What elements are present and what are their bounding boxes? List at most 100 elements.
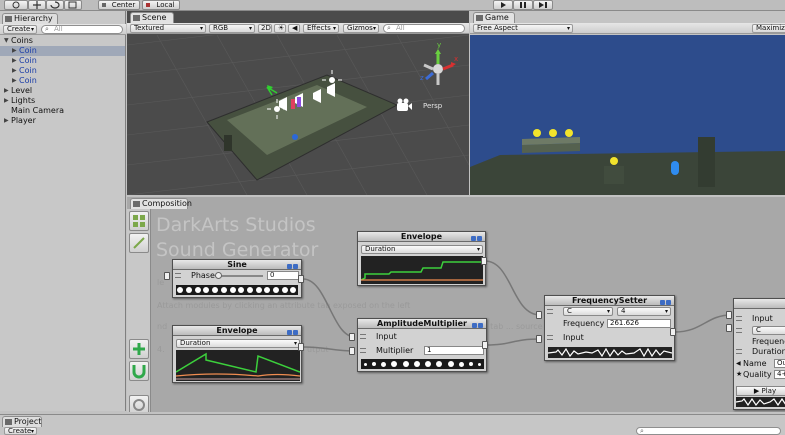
create-dropdown[interactable]: Create ▾ — [3, 25, 37, 34]
projection-label[interactable]: Persp — [423, 102, 443, 110]
drag-handle-icon[interactable] — [175, 273, 181, 278]
color-mode-dropdown[interactable]: RGB ▾ — [209, 24, 255, 33]
hierarchy-item[interactable]: ▶ Coin — [0, 76, 125, 86]
amplitude-multiplier-node[interactable]: AmplitudeMultiplier Input Multiplier 1 — [357, 318, 487, 372]
frequency-input-port[interactable] — [536, 335, 542, 343]
output-node[interactable]: Input C Frequenc Duration ◀ Name Ou ★ Qu… — [733, 298, 785, 410]
multiplier-input-port[interactable] — [349, 347, 355, 355]
drag-handle-icon[interactable] — [547, 335, 553, 340]
tab-scene[interactable]: Scene — [130, 12, 174, 23]
collapsed-arrow-icon[interactable]: ▶ — [12, 56, 17, 66]
scene-viewport[interactable]: y x z Persp — [127, 35, 469, 195]
output-quality-field[interactable]: 4+ — [774, 370, 785, 379]
drag-handle-icon[interactable] — [547, 309, 553, 314]
space-local-button[interactable]: Local — [142, 0, 180, 10]
sine-node-header[interactable]: Sine — [173, 260, 301, 270]
amplitude-header[interactable]: AmplitudeMultiplier — [358, 319, 486, 329]
eye-icon[interactable] — [660, 300, 665, 305]
play-sound-button[interactable]: ▶ Play — [736, 386, 785, 396]
lighting-toggle[interactable]: ☀ — [274, 24, 286, 33]
frequency-field[interactable]: 261.626 — [607, 319, 671, 328]
eye-icon[interactable] — [472, 323, 477, 328]
tab-game[interactable]: Game — [473, 12, 515, 23]
eye-icon[interactable] — [287, 264, 292, 269]
effects-dropdown[interactable]: Effects ▾ — [303, 24, 339, 33]
node-buttons[interactable] — [285, 262, 299, 269]
envelope-top-mode-dropdown[interactable]: Duration ▾ — [361, 245, 483, 254]
envelope-bottom-output-port[interactable] — [298, 343, 304, 351]
expanded-arrow-icon[interactable]: ▼ — [4, 36, 9, 46]
envelope-node-top[interactable]: Envelope Duration ▾ — [357, 231, 486, 286]
play-button[interactable] — [493, 0, 513, 10]
close-icon[interactable] — [293, 264, 298, 269]
output-note-port[interactable] — [726, 324, 732, 332]
note-dropdown[interactable]: C ▾ — [563, 307, 613, 316]
close-icon[interactable] — [478, 323, 483, 328]
envelope-node-bottom[interactable]: Envelope Duration ▾ — [172, 325, 302, 383]
octave-dropdown[interactable]: 4 ▾ — [617, 307, 671, 316]
sine-node[interactable]: Sine Phase 0 — [172, 259, 302, 298]
output-header[interactable] — [734, 299, 785, 309]
rotate-tool-button[interactable] — [46, 0, 64, 10]
maximize-on-play-button[interactable]: Maximize — [752, 24, 785, 33]
step-button[interactable] — [533, 0, 553, 10]
eye-icon[interactable] — [287, 330, 292, 335]
close-icon[interactable] — [666, 300, 671, 305]
collapsed-arrow-icon[interactable]: ▶ — [4, 116, 9, 126]
render-mode-dropdown[interactable]: Textured ▾ — [130, 24, 206, 33]
envelope-top-output-port[interactable] — [481, 257, 487, 265]
pause-button[interactable] — [513, 0, 533, 10]
node-buttons[interactable] — [469, 234, 483, 241]
tab-hierarchy[interactable]: Hierarchy — [2, 13, 58, 24]
sine-input-port[interactable] — [164, 272, 170, 280]
phase-slider-thumb[interactable] — [215, 272, 222, 279]
game-viewport[interactable] — [470, 35, 785, 195]
envelope-bottom-mode-dropdown[interactable]: Duration ▾ — [176, 339, 300, 348]
collapsed-arrow-icon[interactable]: ▶ — [12, 46, 17, 56]
project-search-input[interactable]: ⌕ — [636, 427, 781, 435]
collapsed-arrow-icon[interactable]: ▶ — [12, 66, 17, 76]
hierarchy-item[interactable]: ▶ Lights — [0, 96, 125, 106]
frequency-header[interactable]: FrequencySetter — [545, 296, 674, 306]
output-note-dropdown[interactable]: C — [752, 326, 785, 335]
node-buttons[interactable] — [658, 298, 672, 305]
output-input-port[interactable] — [726, 311, 732, 319]
drag-handle-icon[interactable] — [736, 349, 742, 354]
amplitude-output-port[interactable] — [482, 341, 488, 349]
frequency-setter-node[interactable]: FrequencySetter C ▾ 4 ▾ Frequency 261.626 … — [544, 295, 675, 361]
pivot-center-button[interactable]: Center — [98, 0, 140, 10]
hierarchy-search-input[interactable]: ⌕ All — [41, 25, 123, 34]
phase-slider[interactable] — [215, 275, 263, 277]
gizmos-dropdown[interactable]: Gizmos ▾ — [343, 24, 379, 33]
audio-toggle[interactable]: ◀ — [288, 24, 300, 33]
frequency-mod-port[interactable] — [536, 311, 542, 319]
hierarchy-item[interactable]: ▶ Player — [0, 116, 125, 126]
drag-handle-icon[interactable] — [736, 328, 742, 333]
hierarchy-item[interactable]: ▶ Coin — [0, 46, 125, 56]
sine-output-port[interactable] — [298, 275, 304, 283]
hierarchy-item[interactable]: ▶ Level — [0, 86, 125, 96]
hierarchy-item[interactable]: ▶ Coin — [0, 56, 125, 66]
drag-handle-icon[interactable] — [736, 316, 742, 321]
toggle-2d-button[interactable]: 2D — [258, 24, 272, 33]
collapsed-arrow-icon[interactable]: ▶ — [12, 76, 17, 86]
scene-search-input[interactable]: ⌕ All — [383, 24, 465, 33]
tab-project[interactable]: Project — [2, 416, 42, 427]
hierarchy-item[interactable]: Main Camera — [0, 106, 125, 116]
node-buttons[interactable] — [285, 328, 299, 335]
hierarchy-item[interactable]: ▼ Coins — [0, 36, 125, 46]
orientation-gizmo[interactable] — [423, 49, 456, 85]
close-icon[interactable] — [293, 330, 298, 335]
drag-handle-icon[interactable] — [360, 348, 366, 353]
hand-tool-button[interactable] — [4, 0, 28, 10]
output-name-field[interactable]: Ou — [774, 359, 785, 368]
drag-handle-icon[interactable] — [360, 334, 366, 339]
hierarchy-item[interactable]: ▶ Coin — [0, 66, 125, 76]
scale-tool-button[interactable] — [64, 0, 82, 10]
envelope-top-header[interactable]: Envelope — [358, 232, 485, 242]
eye-icon[interactable] — [471, 236, 476, 241]
collapsed-arrow-icon[interactable]: ▶ — [4, 96, 9, 106]
multiplier-field[interactable]: 1 — [424, 346, 484, 355]
node-buttons[interactable] — [470, 321, 484, 328]
project-create-dropdown[interactable]: Create ▾ — [4, 427, 37, 435]
